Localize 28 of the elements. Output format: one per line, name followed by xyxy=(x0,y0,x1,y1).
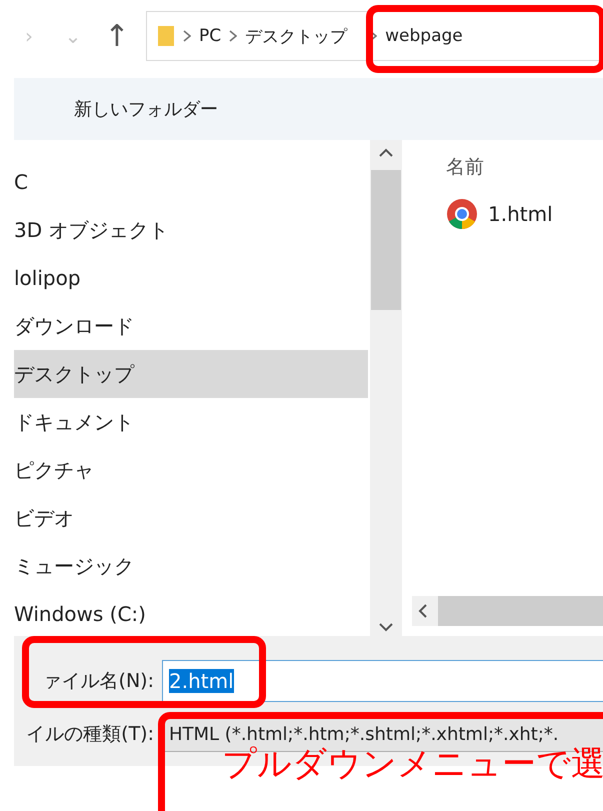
nav-item[interactable]: lolipop xyxy=(14,254,368,302)
nav-item[interactable]: ピクチャ xyxy=(14,446,368,494)
browser-icon xyxy=(446,198,478,230)
scroll-thumb[interactable] xyxy=(371,170,401,310)
up-button[interactable]: ↑ xyxy=(102,18,132,54)
caret-up-icon xyxy=(378,148,394,158)
file-type-label: イルの種類(T): xyxy=(25,722,154,747)
chevron-icon xyxy=(229,30,238,42)
nav-item[interactable]: Windows (C:) xyxy=(14,590,368,638)
file-name-field[interactable]: 2.html xyxy=(162,660,603,702)
nav-item[interactable]: ドキュメント xyxy=(14,398,368,446)
new-folder-button[interactable]: 新しいフォルダー xyxy=(74,97,218,121)
file-name[interactable]: 1.html xyxy=(488,202,553,226)
caret-left-icon xyxy=(418,603,428,619)
nav-item[interactable]: C xyxy=(14,158,368,206)
file-name-label: ァイル名(N): xyxy=(42,669,154,694)
nav-item[interactable]: ビデオ xyxy=(14,494,368,542)
column-header[interactable]: 名前 xyxy=(446,156,484,178)
nav-item[interactable]: ミュージック xyxy=(14,542,368,590)
breadcrumb[interactable]: webpage xyxy=(385,26,463,46)
breadcrumb[interactable]: PC xyxy=(199,26,222,46)
nav-item[interactable]: ダウンロード xyxy=(14,302,368,350)
caret-down-icon xyxy=(378,622,394,632)
chevron-icon xyxy=(183,30,191,42)
breadcrumb[interactable]: デスクトップ xyxy=(245,24,348,48)
nav-item[interactable]: 3D オブジェクト xyxy=(14,206,368,254)
folder-icon xyxy=(157,24,175,48)
nav-item[interactable]: デスクトップ xyxy=(14,350,368,398)
